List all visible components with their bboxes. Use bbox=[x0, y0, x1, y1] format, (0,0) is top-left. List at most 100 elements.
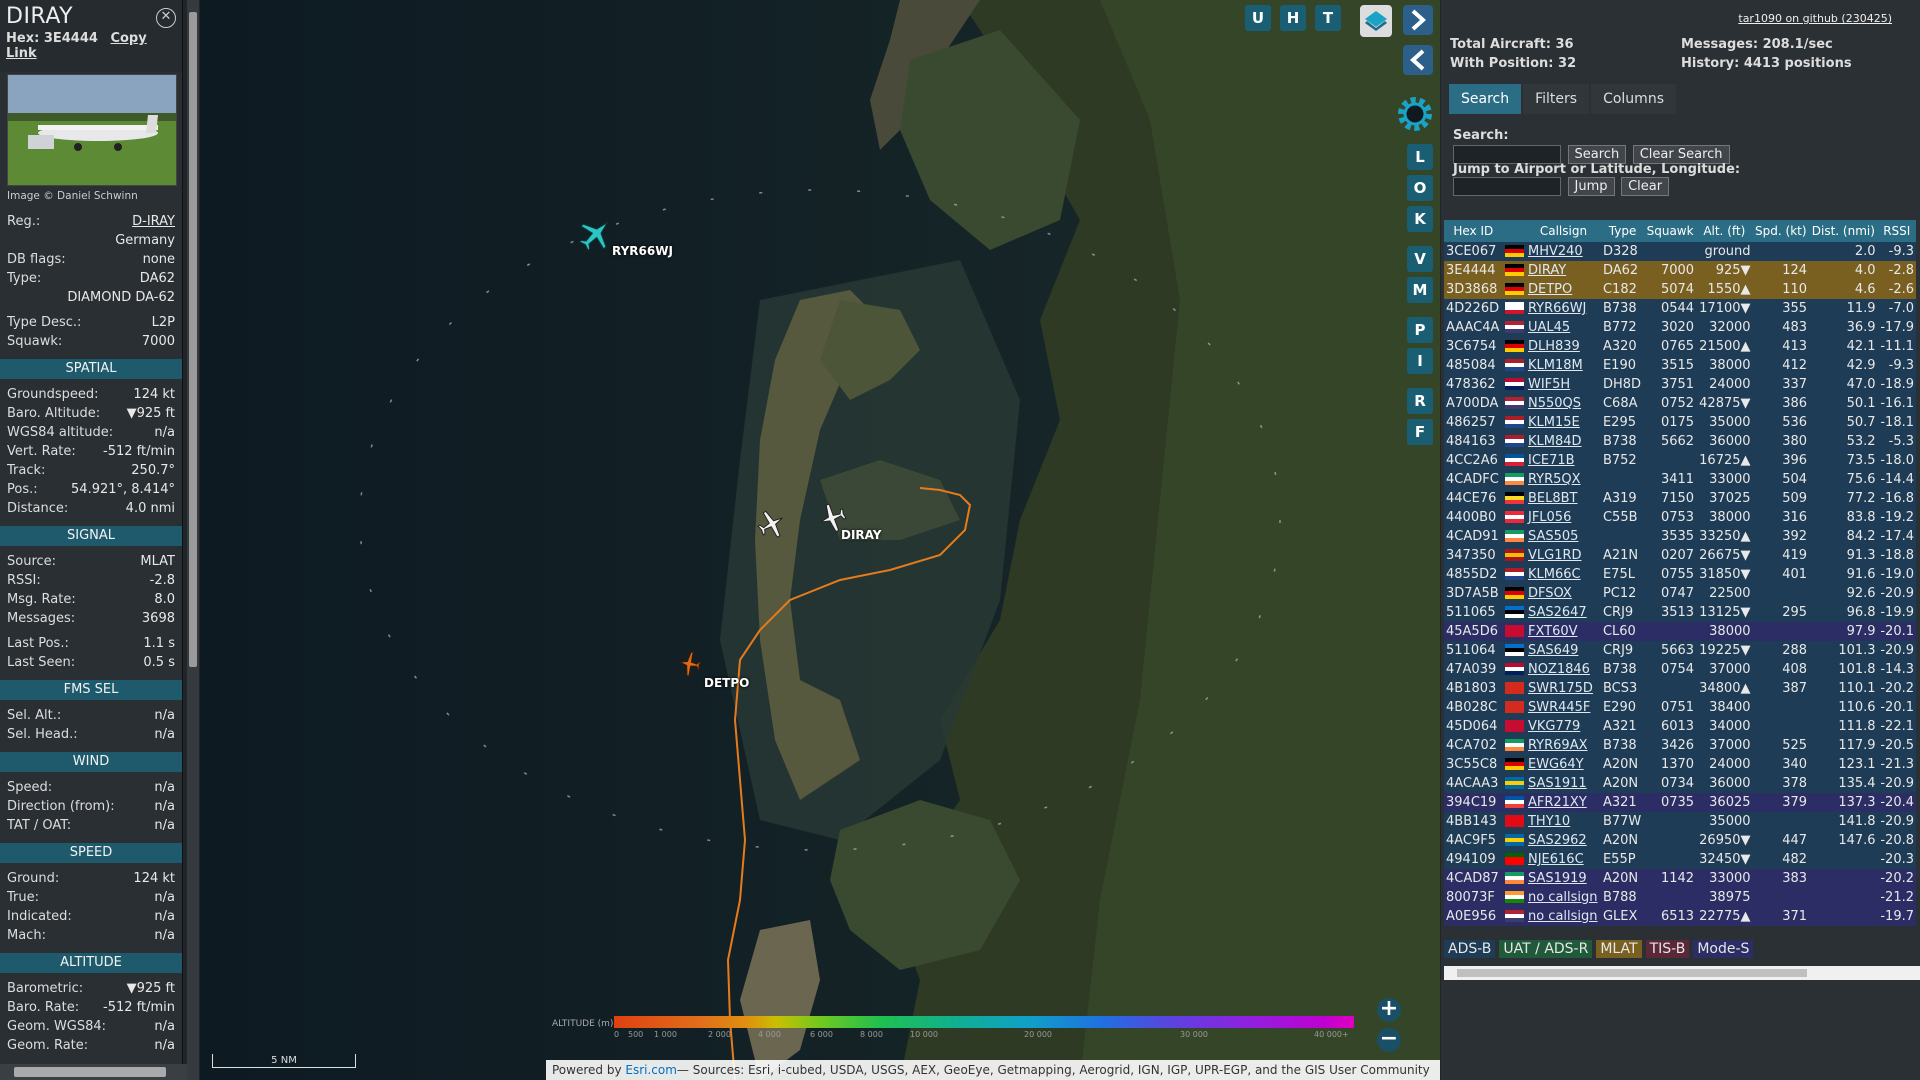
col-squawk[interactable]: Squawk bbox=[1644, 220, 1697, 242]
cell-callsign[interactable]: DETPO bbox=[1525, 280, 1601, 299]
table-row[interactable]: 4CAD87 SAS1919 A20N 1142 33000 383 -20.2 bbox=[1444, 869, 1916, 888]
cell-callsign[interactable]: RYR5QX bbox=[1525, 470, 1601, 489]
tab-search[interactable]: Search bbox=[1449, 84, 1522, 114]
cell-callsign[interactable]: no callsign bbox=[1525, 907, 1601, 926]
table-row[interactable]: 45A5D6 FXT60V CL60 38000 97.9 -20.1 bbox=[1444, 622, 1916, 641]
cell-callsign[interactable]: RYR66WJ bbox=[1525, 299, 1601, 318]
table-row[interactable]: 484163 KLM84D B738 5662 36000 380 53.2 -5.3 bbox=[1444, 432, 1916, 451]
col-rssi[interactable]: RSSI bbox=[1877, 220, 1916, 242]
cell-callsign[interactable]: KLM15E bbox=[1525, 413, 1601, 432]
cell-callsign[interactable]: SAS1919 bbox=[1525, 869, 1601, 888]
table-row[interactable]: 4D226D RYR66WJ B738 0544 17100▼ 355 11.9 -7.0 bbox=[1444, 299, 1916, 318]
table-row[interactable]: 4ACAA3 SAS1911 A20N 0734 36000 378 135.4 -20.9 bbox=[1444, 774, 1916, 793]
col-callsign[interactable]: Callsign bbox=[1525, 220, 1601, 242]
table-row[interactable]: 511065 SAS2647 CRJ9 3513 13125▼ 295 96.8 -19.9 bbox=[1444, 603, 1916, 622]
table-row[interactable]: 394C19 AFR21XY A321 0735 36025 379 137.3 -20.4 bbox=[1444, 793, 1916, 812]
f-button[interactable]: F bbox=[1407, 419, 1433, 445]
cell-callsign[interactable]: FXT60V bbox=[1525, 622, 1601, 641]
table-row[interactable]: A0E956 no callsign GLEX 6513 22775▲ 371 -19.7 bbox=[1444, 907, 1916, 926]
cell-callsign[interactable]: SAS649 bbox=[1525, 641, 1601, 660]
infobox-horizontal-scrollbar[interactable] bbox=[0, 1064, 187, 1080]
cell-callsign[interactable]: NOZ1846 bbox=[1525, 660, 1601, 679]
cell-callsign[interactable]: NJE616C bbox=[1525, 850, 1601, 869]
table-row[interactable]: 3C55C8 EWG64Y A20N 1370 24000 340 123.1 -21.3 bbox=[1444, 755, 1916, 774]
cell-callsign[interactable]: KLM66C bbox=[1525, 565, 1601, 584]
cell-callsign[interactable]: SAS2647 bbox=[1525, 603, 1601, 622]
table-row[interactable]: 4B1803 SWR175D BCS3 34800▲ 387 110.1 -20.2 bbox=[1444, 679, 1916, 698]
cell-callsign[interactable]: DFSOX bbox=[1525, 584, 1601, 603]
m-button[interactable]: M bbox=[1407, 277, 1433, 303]
jump-input[interactable] bbox=[1453, 177, 1561, 196]
cell-callsign[interactable]: SAS1911 bbox=[1525, 774, 1601, 793]
table-row[interactable]: 4CAD91 SAS505 3535 33250▲ 392 84.2 -17.4 bbox=[1444, 527, 1916, 546]
cell-callsign[interactable]: THY10 bbox=[1525, 812, 1601, 831]
cell-callsign[interactable]: SAS505 bbox=[1525, 527, 1601, 546]
table-row[interactable]: 3CE067 MHV240 D328 ground 2.0 -9.3 bbox=[1444, 242, 1916, 261]
label-ryr66wj[interactable]: RYR66WJ bbox=[612, 244, 673, 258]
table-row[interactable]: 4CADFC RYR5QX 3411 33000 504 75.6 -14.4 bbox=[1444, 470, 1916, 489]
cell-callsign[interactable]: DLH839 bbox=[1525, 337, 1601, 356]
col-flag[interactable] bbox=[1502, 220, 1526, 242]
table-row[interactable]: 3E4444 DIRAY DA62 7000 925▼ 124 4.0 -2.8 bbox=[1444, 261, 1916, 280]
i-button[interactable]: I bbox=[1407, 348, 1433, 374]
table-row[interactable]: 4CA702 RYR69AX B738 3426 37000 525 117.9 -20.5 bbox=[1444, 736, 1916, 755]
cell-callsign[interactable]: WIF5H bbox=[1525, 375, 1601, 394]
cell-callsign[interactable]: N550QS bbox=[1525, 394, 1601, 413]
map-view[interactable]: RYR66WJ DIRAY DETPO U H T ◀▶ L O K V M P… bbox=[200, 0, 1440, 1080]
table-row[interactable]: 4BB143 THY10 B77W 35000 141.8 -20.9 bbox=[1444, 812, 1916, 831]
table-row[interactable]: 494109 NJE616C E55P 32450▼ 482 -20.3 bbox=[1444, 850, 1916, 869]
infobox-scroll-thumb[interactable] bbox=[189, 12, 197, 667]
jump-button[interactable]: Jump bbox=[1567, 177, 1615, 196]
tab-filters[interactable]: Filters bbox=[1523, 84, 1590, 114]
cell-callsign[interactable]: RYR69AX bbox=[1525, 736, 1601, 755]
layers-button[interactable] bbox=[1360, 5, 1392, 37]
table-row[interactable]: 3D7A5B DFSOX PC12 0747 22500 92.6 -20.9 bbox=[1444, 584, 1916, 603]
table-row[interactable]: 478362 WIF5H DH8D 3751 24000 337 47.0 -18.9 bbox=[1444, 375, 1916, 394]
table-horizontal-scrollbar[interactable] bbox=[1444, 966, 1920, 980]
cell-callsign[interactable]: AFR21XY bbox=[1525, 793, 1601, 812]
u-button[interactable]: U bbox=[1245, 5, 1271, 31]
col-hex[interactable]: Hex ID bbox=[1444, 220, 1503, 242]
table-row[interactable]: 3D3868 DETPO C182 5074 1550▲ 110 4.6 -2.6 bbox=[1444, 280, 1916, 299]
cell-callsign[interactable]: JFL056 bbox=[1525, 508, 1601, 527]
k-button[interactable]: K bbox=[1407, 206, 1433, 232]
label-diray[interactable]: DIRAY bbox=[841, 528, 882, 542]
cell-callsign[interactable]: SWR445F bbox=[1525, 698, 1601, 717]
cell-callsign[interactable]: DIRAY bbox=[1525, 261, 1601, 280]
col-altitude[interactable]: Alt. (ft) bbox=[1696, 220, 1753, 242]
table-row[interactable]: 486257 KLM15E E295 0175 35000 536 50.7 -18.1 bbox=[1444, 413, 1916, 432]
l-button[interactable]: L bbox=[1407, 144, 1433, 170]
table-row[interactable]: AAAC4A UAL45 B772 3020 32000 483 36.9 -17.9 bbox=[1444, 318, 1916, 337]
table-row[interactable]: A700DA N550QS C68A 0752 42875▼ 386 50.1 -16.1 bbox=[1444, 394, 1916, 413]
github-link[interactable]: tar1090 on github (230425) bbox=[1738, 12, 1892, 25]
col-distance[interactable]: Dist. (nmi) bbox=[1809, 220, 1878, 242]
table-row[interactable]: 485084 KLM18M E190 3515 38000 412 42.9 -9.3 bbox=[1444, 356, 1916, 375]
table-row[interactable]: 4AC9F5 SAS2962 A20N 26950▼ 447 147.6 -20.8 bbox=[1444, 831, 1916, 850]
cell-callsign[interactable]: ICE71B bbox=[1525, 451, 1601, 470]
cell-callsign[interactable]: UAL45 bbox=[1525, 318, 1601, 337]
reg-value[interactable]: D-IRAY bbox=[132, 212, 175, 231]
o-button[interactable]: O bbox=[1407, 175, 1433, 201]
esri-link[interactable]: Esri.com bbox=[625, 1063, 677, 1077]
cell-callsign[interactable]: SWR175D bbox=[1525, 679, 1601, 698]
label-detpo[interactable]: DETPO bbox=[704, 676, 749, 690]
aircraft-photo[interactable] bbox=[7, 74, 177, 186]
cell-callsign[interactable]: VKG779 bbox=[1525, 717, 1601, 736]
zoom-in-button[interactable]: + bbox=[1377, 998, 1401, 1022]
table-row[interactable]: 347350 VLG1RD A21N 0207 26675▼ 419 91.3 -18.8 bbox=[1444, 546, 1916, 565]
table-row[interactable]: 511064 SAS649 CRJ9 5663 19225▼ 288 101.3 -20.9 bbox=[1444, 641, 1916, 660]
table-row[interactable]: 3C6754 DLH839 A320 0765 21500▲ 413 42.1 -11.1 bbox=[1444, 337, 1916, 356]
table-row[interactable]: 4CC2A6 ICE71B B752 16725▲ 396 73.5 -18.0 bbox=[1444, 451, 1916, 470]
clear-button[interactable]: Clear bbox=[1621, 177, 1670, 196]
zoom-out-button[interactable]: − bbox=[1377, 1028, 1401, 1052]
col-type[interactable]: Type bbox=[1600, 220, 1645, 242]
col-speed[interactable]: Spd. (kt) bbox=[1752, 220, 1810, 242]
t-button[interactable]: T bbox=[1315, 5, 1341, 31]
cell-callsign[interactable]: MHV240 bbox=[1525, 242, 1601, 261]
table-row[interactable]: 4855D2 KLM66C E75L 0755 31850▼ 401 91.6 -19.0 bbox=[1444, 565, 1916, 584]
collapse-button[interactable] bbox=[1403, 45, 1433, 75]
cell-callsign[interactable]: KLM18M bbox=[1525, 356, 1601, 375]
table-row[interactable]: 47A039 NOZ1846 B738 0754 37000 408 101.8 -14.3 bbox=[1444, 660, 1916, 679]
table-row[interactable]: 4400B0 JFL056 C55B 0753 38000 316 83.8 -19.2 bbox=[1444, 508, 1916, 527]
table-row[interactable]: 80073F no callsign B788 38975 -21.2 bbox=[1444, 888, 1916, 907]
